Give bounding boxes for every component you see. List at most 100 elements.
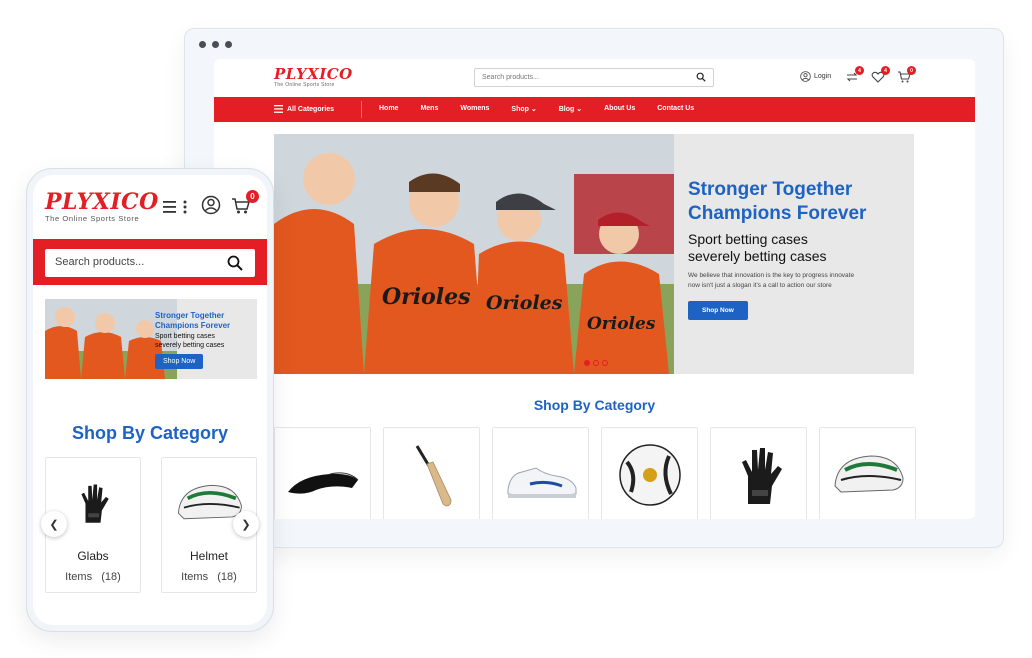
window-controls [199, 41, 232, 48]
category-card[interactable] [274, 427, 371, 519]
cart-count-badge: 0 [907, 66, 916, 75]
category-count: Items (18) [46, 571, 140, 583]
category-section-title: Shop By Category [71, 423, 229, 443]
slider-dot[interactable] [593, 360, 599, 366]
login-label: Login [814, 73, 832, 80]
slider-dot[interactable] [584, 360, 590, 366]
nav-item-mens[interactable]: Mens [420, 105, 438, 113]
visor-cap-icon [287, 471, 358, 494]
items-label: Items [65, 571, 93, 583]
logo-name: PLYXICO [274, 65, 353, 83]
category-card[interactable] [819, 427, 916, 519]
compare-button[interactable]: 4 [845, 66, 864, 84]
mobile-search-bar: Search products... [33, 239, 267, 285]
chevron-right-icon: ❯ [241, 518, 251, 531]
category-list [274, 427, 916, 519]
cart-count-badge: 0 [246, 190, 259, 203]
chevron-left-icon: ❮ [49, 518, 59, 531]
hero-shop-now-button[interactable]: Shop Now [155, 354, 204, 369]
category-card[interactable] [492, 427, 589, 519]
hero-slider: Orioles Orioles Orioles Stronger Togethe… [274, 134, 914, 374]
items-count: (18) [217, 571, 237, 583]
nav-item-about[interactable]: About Us [604, 105, 635, 113]
nav-item-contact[interactable]: Contact Us [657, 105, 694, 113]
desktop-page: PLYXICO The Online Sports Store Search p… [214, 59, 975, 519]
logo-tagline: The Online Sports Store [45, 214, 140, 223]
search-placeholder: Search products... [482, 74, 539, 81]
mobile-hero-banner: Stronger Together Champions Forever Spor… [45, 299, 257, 379]
category-label: Helmet [189, 549, 228, 563]
hero-photo: Orioles Orioles Orioles [274, 134, 674, 374]
hero-text: Stronger Together Champions Forever Spor… [688, 178, 908, 320]
category-section-title: Shop By Category [533, 397, 656, 413]
chevron-down-icon: ⌄ [530, 106, 537, 113]
hero-description-line: now isn't just a slogan it's a call to a… [688, 282, 832, 289]
login-link[interactable]: Login [800, 71, 831, 82]
all-categories-label: All Categories [287, 105, 335, 113]
hero-title-line: Champions Forever [688, 203, 867, 224]
carousel-next-button[interactable]: ❯ [233, 511, 259, 537]
jersey-text: Orioles [587, 314, 656, 334]
showcase: PLYXICO The Online Sports Store Search p… [0, 0, 1032, 658]
compare-count-badge: 4 [855, 66, 864, 75]
search-placeholder: Search products... [55, 256, 145, 268]
hero-subtitle-line: Sport betting cases [688, 231, 808, 247]
desktop-header: PLYXICO The Online Sports Store Search p… [214, 59, 975, 97]
desktop-browser-window: PLYXICO The Online Sports Store Search p… [184, 28, 1004, 548]
chevron-down-icon: ⌄ [576, 106, 583, 113]
helmet-icon [833, 454, 904, 493]
nav-links: Home Mens Womens Shop ⌄ Blog ⌄ About Us … [379, 105, 694, 113]
hero-shop-now-button[interactable]: Shop Now [688, 301, 748, 320]
hero-subtitle-line: severely betting cases [155, 342, 225, 349]
mobile-screen: PLYXICO The Online Sports Store 0 Search… [33, 175, 267, 625]
nav-divider [361, 101, 362, 118]
category-card[interactable] [383, 427, 480, 519]
items-label: Items [181, 571, 209, 583]
mobile-logo[interactable]: PLYXICO The Online Sports Store [45, 191, 159, 223]
wishlist-count-badge: 4 [881, 66, 890, 75]
menu-icon[interactable] [163, 198, 191, 216]
main-nav: All Categories Home Mens Womens Shop ⌄ B… [214, 97, 975, 122]
category-card[interactable] [601, 427, 698, 519]
hero-subtitle: Sport betting cases severely betting cas… [688, 231, 908, 265]
hero-description-line: We believe that innovation is the key to… [688, 272, 855, 279]
jersey-text: Orioles [382, 284, 471, 310]
search-input[interactable]: Search products... [45, 249, 255, 277]
category-card[interactable] [710, 427, 807, 519]
hero-subtitle-line: severely betting cases [688, 248, 827, 264]
all-categories-button[interactable]: All Categories [274, 105, 334, 113]
sneaker-icon [507, 466, 576, 498]
cricket-bat-icon [415, 444, 451, 506]
hero-title: Stronger Together Champions Forever [688, 178, 908, 226]
mobile-device: PLYXICO The Online Sports Store 0 Search… [26, 168, 274, 632]
hero-title-line: Champions Forever [155, 321, 231, 330]
jersey-text: Orioles [486, 292, 563, 314]
nav-item-shop-label: Shop [511, 106, 529, 113]
nav-item-blog[interactable]: Blog ⌄ [559, 105, 582, 113]
search-input[interactable]: Search products... [474, 68, 714, 87]
search-icon[interactable] [696, 72, 706, 82]
nav-item-blog-label: Blog [558, 106, 575, 113]
hero-description: We believe that innovation is the key to… [688, 271, 908, 291]
nav-item-womens[interactable]: Womens [460, 105, 489, 113]
wishlist-button[interactable]: 4 [871, 66, 890, 84]
logo-name: PLYXICO [45, 189, 159, 215]
cart-button[interactable]: 0 [897, 66, 916, 84]
items-count: (18) [101, 571, 121, 583]
category-count: Items (18) [162, 571, 256, 583]
menu-icon [274, 105, 283, 113]
nav-item-shop[interactable]: Shop ⌄ [511, 105, 536, 113]
hero-title-line: Stronger Together [688, 179, 853, 200]
category-label: Glabs [77, 549, 109, 563]
batting-glove-icon [741, 447, 782, 504]
user-icon[interactable] [201, 195, 221, 215]
slider-dot[interactable] [602, 360, 608, 366]
carousel-prev-button[interactable]: ❮ [41, 511, 67, 537]
hero-title: Stronger Together Champions Forever [155, 311, 255, 331]
desktop-logo[interactable]: PLYXICO The Online Sports Store [274, 65, 353, 89]
cart-button[interactable]: 0 [231, 190, 259, 215]
nav-item-home[interactable]: Home [379, 105, 398, 113]
user-icon [800, 71, 811, 82]
search-icon[interactable] [227, 255, 243, 271]
slider-pagination [584, 360, 608, 366]
